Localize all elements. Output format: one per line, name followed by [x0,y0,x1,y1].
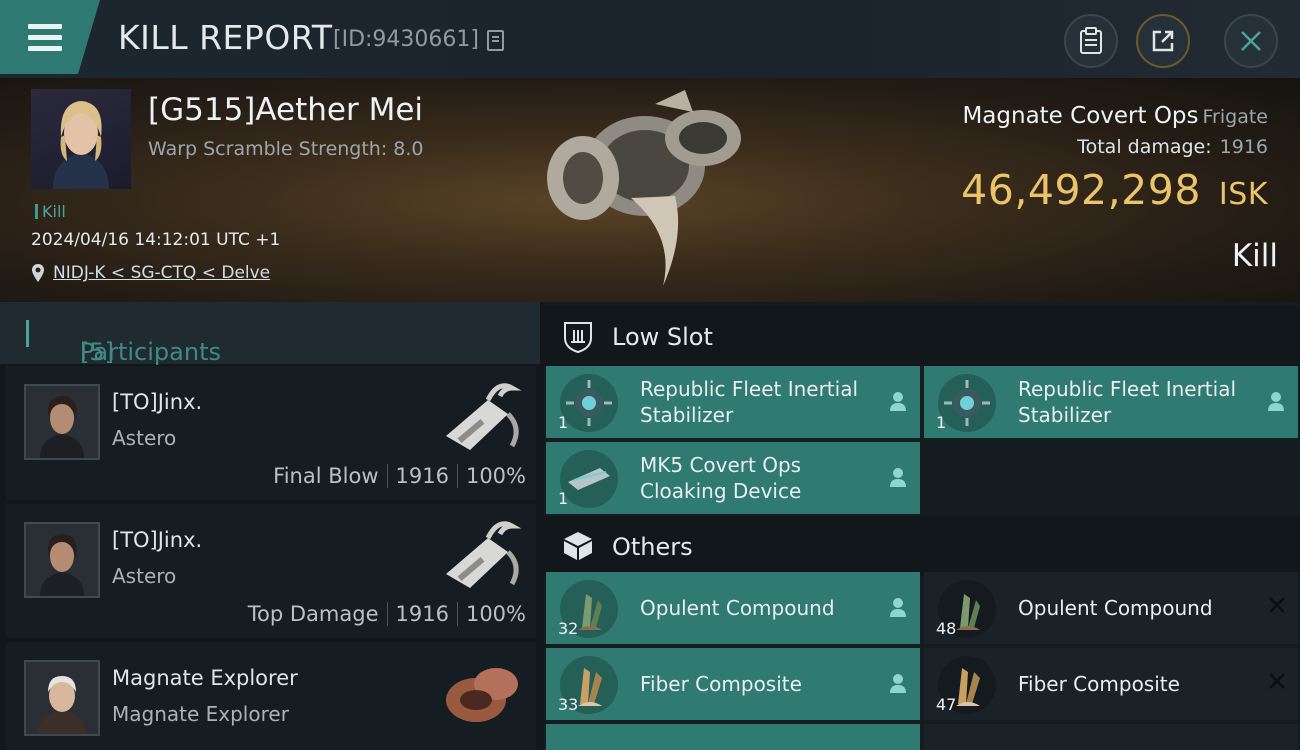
participant-name: Magnate Explorer [112,666,298,690]
ship-name[interactable]: Magnate Covert Ops Frigate [962,103,1268,129]
low-slot-icon [564,322,592,354]
cargo-item-partial[interactable] [924,724,1298,750]
kill-id: [ID:9430661] [333,27,479,52]
low-slot-header: Low Slot [544,306,1300,366]
participant-stats: Top Damage 1916 100% [247,602,526,626]
participant-ship: Astero [112,564,177,588]
clipboard-icon [1080,27,1102,54]
participant-name: [TO]Jinx. [112,528,203,552]
share-button[interactable] [1136,14,1190,68]
page-title: KILL REPORT [118,18,333,57]
cargo-item-partial[interactable] [546,724,920,750]
location-link[interactable]: NIDJ-K < SG-CTQ < Delve [53,263,270,283]
item-name: Republic Fleet Inertial Stabilizer [1018,377,1237,427]
cargo-item[interactable]: 33 Fiber Composite [546,648,920,720]
ship-class: Frigate [1202,106,1268,128]
participant-stats: Final Blow 1916 100% [273,464,526,488]
item-name: Opulent Compound [1018,596,1213,620]
person-icon [890,674,906,693]
fitted-item[interactable]: 1 Republic Fleet Inertial Stabilizer [546,366,920,438]
victim-stat: Warp Scramble Strength: 8.0 [148,138,424,160]
total-damage: Total damage: 1916 [1077,136,1268,158]
participant-avatar [24,660,100,736]
item-name: MK5 Covert Ops Cloaking Device [640,453,802,503]
participant-ship: Magnate Explorer [112,702,289,726]
person-icon [890,468,906,487]
destroyed-x-icon [1269,673,1285,689]
location-pin-icon [32,264,44,282]
cargo-item[interactable]: 47 Fiber Composite [924,648,1298,720]
person-icon [1268,392,1284,411]
participant-ship-icon [446,383,522,450]
ship-render [547,90,741,286]
top-bar: KILL REPORT [ID:9430661] [0,0,1300,78]
others-header: Others [544,516,1300,576]
hamburger-menu-icon[interactable] [0,0,100,74]
fitted-item[interactable]: 1 MK5 Covert Ops Cloaking Device [546,442,920,514]
person-icon [890,392,906,411]
participant-row[interactable]: Magnate Explorer Magnate Explorer [6,642,536,750]
participants-count: [5] [80,338,114,366]
participant-ship-icon [446,668,518,722]
victim-name[interactable]: [G515]Aether Mei [148,92,423,128]
item-name: Republic Fleet Inertial Stabilizer [640,377,859,427]
participant-ship-icon [446,521,522,588]
cargo-box-icon [564,532,592,560]
participant-row[interactable]: [TO]Jinx. Astero Final Blow 1916 100% [6,366,536,500]
participant-avatar [24,522,100,598]
cargo-item[interactable]: 48 Opulent Compound [924,572,1298,644]
cloaking-device-icon [560,450,618,508]
inertial-stabilizer-icon [560,374,618,432]
isk-value: 46,492,298 ISK [961,166,1268,214]
item-name: Fiber Composite [640,672,802,696]
destroyed-x-icon [1269,597,1285,613]
participant-avatar [24,384,100,460]
item-name: Opulent Compound [640,596,835,620]
victim-panel: [G515]Aether Mei Warp Scramble Strength:… [0,78,1300,302]
participant-ship: Astero [112,426,177,450]
clipboard-button[interactable] [1064,14,1118,68]
cargo-item[interactable]: 32 Opulent Compound [546,572,920,644]
close-button[interactable] [1224,14,1278,68]
fitting-panel: Low Slot 1 Republic Fleet Inertial Stabil… [544,302,1300,750]
item-name: Fiber Composite [1018,672,1180,696]
person-icon [890,598,906,617]
participant-name: [TO]Jinx. [112,390,203,414]
timestamp: 2024/04/16 14:12:01 UTC +1 [31,230,281,250]
kill-tag: Kill [35,202,66,221]
participants-panel: Participants [5] [TO]Jinx. Astero Final … [0,302,544,750]
close-icon [1241,31,1261,51]
participants-header[interactable]: Participants [5] [0,302,540,366]
inertial-stabilizer-icon [938,374,996,432]
result-label: Kill [1231,238,1278,274]
participant-row[interactable]: [TO]Jinx. Astero Top Damage 1916 100% [6,504,536,638]
victim-avatar[interactable] [31,89,131,189]
copy-icon[interactable] [487,30,504,51]
fitted-item[interactable]: 1 Republic Fleet Inertial Stabilizer [924,366,1298,438]
share-icon [1152,30,1174,52]
